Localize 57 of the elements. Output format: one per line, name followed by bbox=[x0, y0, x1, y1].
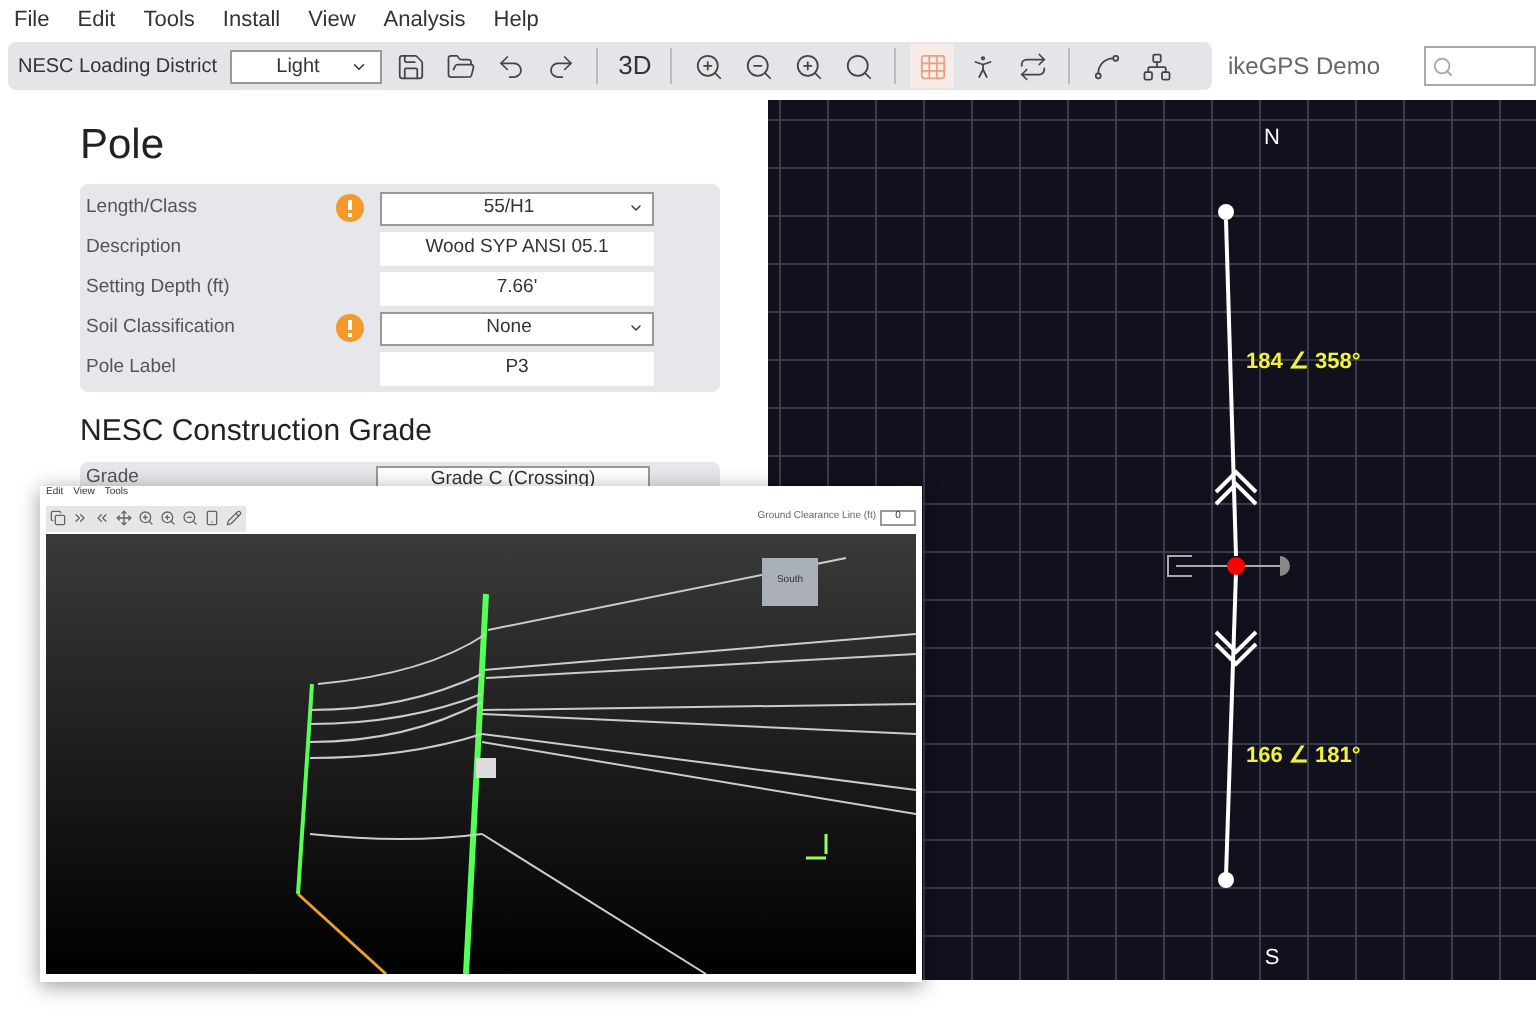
menu-item[interactable]: Analysis bbox=[383, 3, 466, 37]
3d-button[interactable]: 3D bbox=[612, 44, 657, 88]
selected-pole-node[interactable] bbox=[1227, 557, 1245, 575]
menu-item[interactable]: Install bbox=[222, 3, 281, 37]
save-icon bbox=[395, 51, 426, 81]
app-title: ikeGPS Demo bbox=[1228, 50, 1381, 84]
nodes-icon bbox=[1141, 51, 1172, 81]
field-label: Grade bbox=[86, 466, 141, 488]
section-title: Pole bbox=[80, 124, 167, 166]
chevron-icon bbox=[628, 200, 644, 216]
compass-label: N bbox=[1264, 126, 1280, 150]
zoom-icon[interactable] bbox=[182, 510, 198, 526]
pole-node[interactable] bbox=[1218, 872, 1234, 888]
zoom-out-icon bbox=[743, 51, 774, 81]
undo-icon bbox=[495, 51, 526, 81]
field-label: Setting Depth (ft) bbox=[86, 273, 232, 302]
search-icon bbox=[843, 51, 874, 81]
phone-icon[interactable] bbox=[204, 510, 220, 526]
pole-node[interactable] bbox=[1218, 204, 1234, 220]
search-field[interactable] bbox=[1424, 46, 1536, 86]
chevrons-left-icon[interactable] bbox=[94, 510, 110, 526]
menu-item[interactable]: View bbox=[308, 3, 356, 37]
grid-icon bbox=[917, 51, 948, 81]
district-label: NESC Loading District bbox=[18, 53, 217, 81]
folder-icon bbox=[445, 51, 476, 81]
compass-label: S bbox=[1264, 946, 1280, 970]
connector-icon bbox=[1091, 51, 1122, 81]
menu-item[interactable]: Edit bbox=[77, 3, 116, 37]
copy-icon[interactable] bbox=[50, 510, 66, 526]
anchor-drawing bbox=[1167, 555, 1290, 577]
district-dropdown[interactable]: Light bbox=[230, 49, 383, 83]
zoom-in-icon bbox=[693, 51, 724, 81]
field-label: Soil Classification bbox=[86, 313, 237, 342]
pencil-icon[interactable] bbox=[226, 510, 242, 526]
search-icon bbox=[1432, 55, 1454, 77]
menu-item[interactable]: Help bbox=[493, 3, 539, 37]
menu-item[interactable]: Tools bbox=[143, 3, 195, 37]
redo-icon bbox=[545, 51, 576, 81]
menu-item[interactable]: File bbox=[14, 3, 50, 37]
move-icon[interactable] bbox=[116, 510, 132, 526]
text-field[interactable]: Wood SYP ANSI 05.1 bbox=[380, 231, 654, 265]
span-label: 166 ∠ 181° bbox=[1246, 744, 1361, 768]
field-label: Description bbox=[86, 233, 184, 262]
text-field[interactable]: 7.66' bbox=[380, 271, 654, 305]
zoom-icon[interactable] bbox=[138, 510, 154, 526]
section-title: NESC Construction Grade bbox=[80, 416, 434, 446]
dropdown[interactable]: None bbox=[380, 311, 654, 345]
span-label: 184 ∠ 358° bbox=[1246, 350, 1361, 374]
dropdown[interactable]: 55/H1 bbox=[380, 191, 654, 225]
chevrons-right-icon[interactable] bbox=[72, 510, 88, 526]
swap-icon bbox=[1017, 51, 1048, 81]
field-label: Length/Class bbox=[86, 193, 199, 222]
field-label: Pole Label bbox=[86, 353, 178, 382]
chevron-icon bbox=[628, 320, 644, 336]
text-field[interactable]: P3 bbox=[380, 351, 654, 385]
zoom-icon bbox=[793, 51, 824, 81]
zoom-icon[interactable] bbox=[160, 510, 176, 526]
